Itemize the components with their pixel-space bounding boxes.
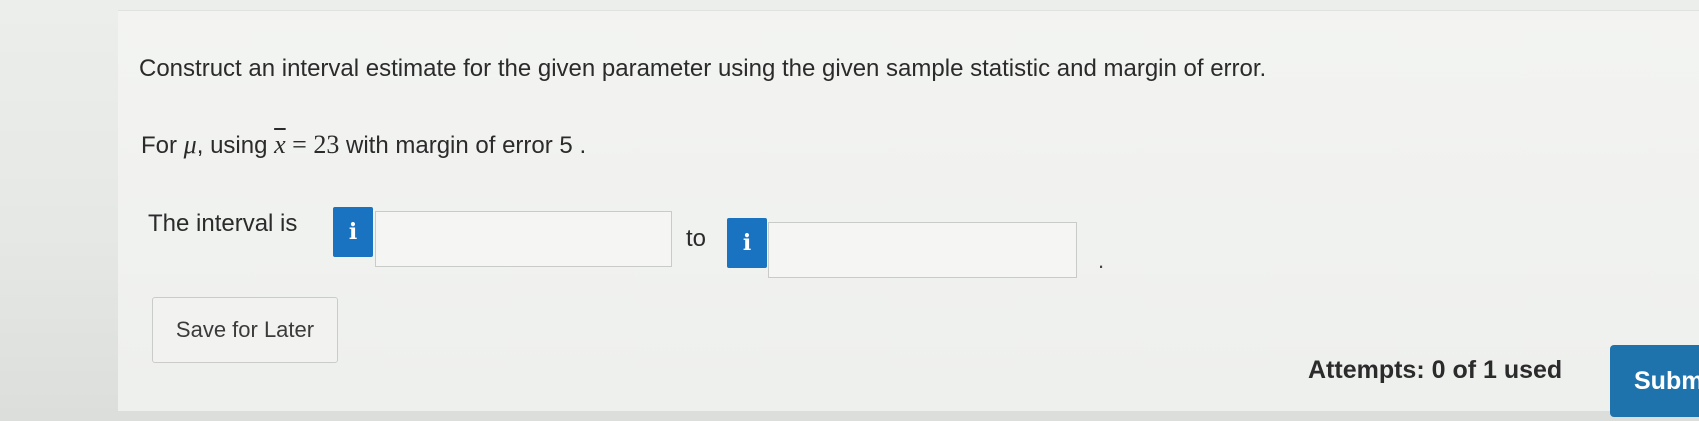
lower-info-icon[interactable]: i: [333, 207, 373, 257]
given-statement: For μ, using x = 23 with margin of error…: [141, 130, 586, 160]
attempts-counter: Attempts: 0 of 1 used: [1308, 356, 1563, 384]
upper-bound-input[interactable]: [768, 222, 1077, 278]
submit-button[interactable]: Subm: [1610, 345, 1699, 417]
sentence-period: .: [1098, 248, 1105, 273]
save-for-later-button[interactable]: Save for Later: [152, 297, 338, 363]
lower-bound-input[interactable]: [375, 211, 672, 267]
equals-sign: =: [285, 130, 314, 159]
question-prompt: Construct an interval estimate for the g…: [139, 55, 1267, 82]
given-suffix: with margin of error: [339, 132, 560, 159]
given-end: .: [572, 132, 587, 159]
upper-info-icon[interactable]: i: [727, 218, 767, 268]
sample-mean-symbol: x: [274, 130, 286, 159]
margin-of-error-value: 5: [559, 132, 573, 159]
given-prefix: For: [141, 132, 184, 159]
sample-mean-value: 23: [313, 130, 340, 159]
to-label: to: [686, 225, 707, 252]
param-symbol: μ: [183, 130, 197, 159]
given-mid: , using: [196, 132, 275, 159]
interval-label: The interval is: [148, 210, 298, 237]
